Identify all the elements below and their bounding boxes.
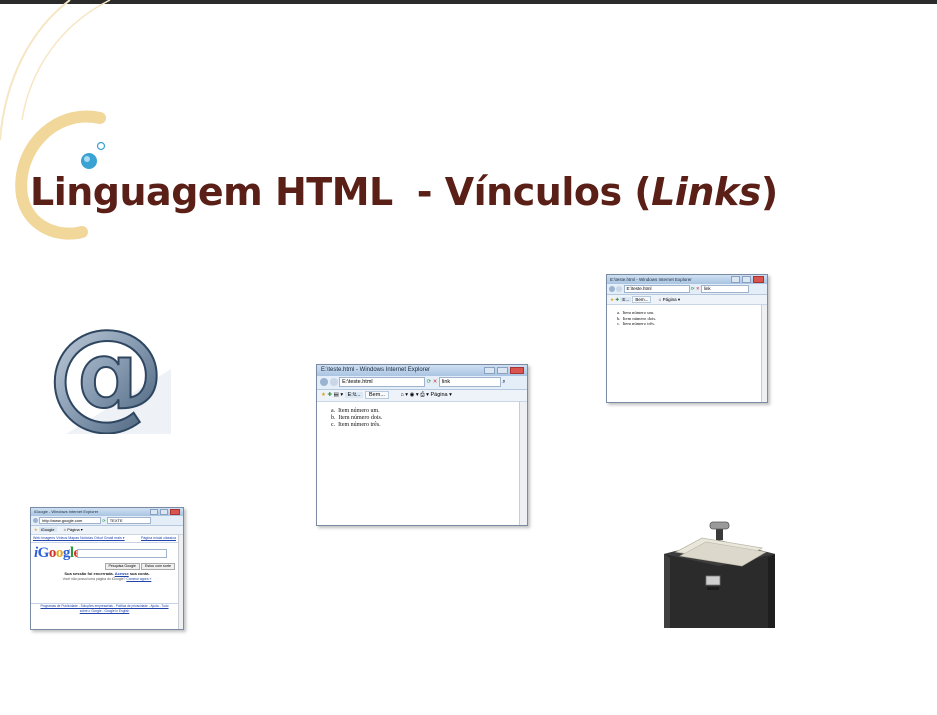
- home-icon[interactable]: ⌂ ▾: [400, 392, 408, 398]
- close-button[interactable]: [510, 367, 524, 374]
- minimize-button[interactable]: [731, 276, 740, 283]
- page-content: Web Imagens Vídeos Mapas Notícias Orkut …: [31, 535, 183, 629]
- google-footer: Programas de Publicidade - Soluções empr…: [31, 603, 178, 614]
- ie-window-google: iGoogle - Windows Internet Explorer http…: [30, 507, 184, 630]
- google-nav: Web Imagens Vídeos Mapas Notícias Orkut …: [31, 535, 183, 543]
- window-titlebar: E:\teste.html - Windows Internet Explore…: [317, 365, 527, 376]
- swirl-decoration: [0, 0, 111, 240]
- title-close: ): [760, 170, 778, 214]
- vertical-scrollbar[interactable]: [761, 305, 767, 402]
- start-now-link[interactable]: Comece agora »: [126, 577, 151, 581]
- page-content: a. Item número um. b. Item número dois. …: [607, 305, 767, 402]
- page-content: a. Item número um. b. Item número dois. …: [317, 402, 527, 525]
- google-search-button[interactable]: Pesquisa Google: [104, 563, 140, 570]
- maximize-button[interactable]: [497, 367, 508, 374]
- search-field[interactable]: TEXTE: [106, 517, 151, 525]
- address-field[interactable]: E:\teste.html: [339, 376, 426, 387]
- favorites-star-icon[interactable]: ★: [610, 297, 614, 302]
- small-ring-icon: [96, 141, 106, 151]
- stop-icon[interactable]: ✕: [433, 379, 438, 385]
- window-titlebar: E:\teste.html - Windows Internet Explore…: [607, 275, 767, 284]
- igoogle-question: Você não possui uma página do iGoogle? C…: [62, 577, 152, 581]
- tab-bar: ★ ✚ ▤ ▾ E:\t... Bem... ⌂ ▾ ◉ ▾ ⎙ ▾ Págin…: [317, 390, 527, 402]
- google-search-row: iGoogle: [31, 543, 183, 563]
- address-bar: http://www.google.com ⟳ TEXTE: [31, 516, 183, 526]
- list-item: b. Item número dois.: [331, 415, 383, 421]
- window-titlebar: iGoogle - Windows Internet Explorer: [31, 508, 183, 516]
- search-field[interactable]: link: [438, 376, 501, 387]
- print-icon[interactable]: ⎙ ▾: [420, 392, 429, 398]
- igoogle-logo: iGoogle: [34, 545, 80, 561]
- window-title: E:\teste.html - Windows Internet Explore…: [321, 367, 431, 373]
- close-button[interactable]: [753, 276, 764, 283]
- feeds-icon[interactable]: ◉ ▾: [410, 392, 419, 398]
- title-italic-links: Links: [651, 170, 761, 214]
- tab-2[interactable]: Bem...: [365, 391, 389, 399]
- tab-list-icon[interactable]: ▤ ▾: [334, 392, 344, 398]
- google-lucky-button[interactable]: Estou com sorte: [141, 563, 175, 570]
- address-bar: E:\teste.html ⟳ ✕ link: [607, 284, 767, 295]
- footer-links-2[interactable]: sobre o Google - Google in English: [31, 609, 178, 614]
- favorites-star-icon[interactable]: ★: [321, 392, 326, 398]
- maximize-button[interactable]: [160, 509, 168, 515]
- title-main: Linguagem HTML: [30, 170, 393, 214]
- list-item: c. Item número três.: [617, 321, 656, 327]
- google-nav-links[interactable]: Web Imagens Vídeos Mapas Notícias Orkut …: [33, 536, 125, 540]
- top-border-line: [0, 0, 937, 4]
- maximize-button[interactable]: [742, 276, 751, 283]
- back-icon[interactable]: [33, 518, 38, 524]
- add-favorites-icon[interactable]: ✚: [327, 392, 332, 398]
- minimize-button[interactable]: [150, 509, 158, 515]
- vertical-scrollbar[interactable]: [178, 535, 183, 629]
- item-list: a. Item número um. b. Item número dois. …: [317, 402, 527, 429]
- close-button[interactable]: [170, 509, 180, 515]
- page-menu[interactable]: Página ▾: [663, 297, 681, 302]
- google-buttons: Pesquisa Google Estou com sorte: [31, 563, 183, 571]
- tab-bar: ★ ✚ E... Bem... ⌂ Página ▾: [607, 295, 767, 305]
- back-icon[interactable]: [609, 285, 615, 292]
- ie-window-large: E:\teste.html - Windows Internet Explore…: [316, 364, 528, 526]
- back-icon[interactable]: [320, 377, 328, 386]
- refresh-icon[interactable]: ⟳: [691, 286, 695, 291]
- at-sign-icon: @: [46, 309, 171, 434]
- refresh-icon[interactable]: ⟳: [427, 379, 432, 385]
- forward-icon[interactable]: [616, 285, 623, 292]
- title-dash: - Vínculos (: [416, 170, 652, 214]
- search-icon[interactable]: ⌕: [502, 379, 505, 385]
- tab-1[interactable]: E...: [620, 297, 632, 302]
- google-nav-right[interactable]: Página inicial clássica: [141, 535, 183, 542]
- session-link[interactable]: Acesse: [115, 571, 129, 576]
- list-item: a. Item número um.: [331, 408, 380, 414]
- home-icon[interactable]: ⌂: [659, 297, 662, 302]
- favorites-star-icon[interactable]: ★: [34, 527, 38, 532]
- page-menu[interactable]: Página ▾: [430, 392, 451, 398]
- forward-icon[interactable]: [329, 377, 338, 386]
- slide-title: Linguagem HTML - Vínculos (Links): [30, 170, 778, 214]
- file-box-icon: [664, 521, 775, 628]
- stop-icon[interactable]: ✕: [696, 286, 700, 291]
- tab-bar: ★ iGoogle ⌂ Página ▾: [31, 526, 183, 535]
- window-title: E:\teste.html - Windows Internet Explore…: [610, 277, 692, 282]
- svg-text:@: @: [47, 309, 165, 434]
- vertical-scrollbar[interactable]: [519, 402, 527, 525]
- google-search-input[interactable]: [77, 549, 167, 558]
- tab-1[interactable]: iGoogle: [38, 527, 57, 532]
- item-list: a. Item número um. b. Item número dois. …: [607, 305, 767, 327]
- search-field[interactable]: link: [700, 284, 749, 293]
- address-bar: E:\teste.html ⟳ ✕ link ⌕: [317, 376, 527, 390]
- ie-window-small: E:\teste.html - Windows Internet Explore…: [606, 274, 768, 403]
- list-item: c. Item número três.: [331, 422, 381, 428]
- add-favorites-icon[interactable]: ✚: [615, 297, 619, 302]
- tab-1[interactable]: E:\t...: [344, 392, 364, 398]
- home-icon[interactable]: ⌂: [64, 527, 66, 532]
- refresh-icon[interactable]: ⟳: [102, 518, 105, 523]
- page-menu[interactable]: Página ▾: [67, 527, 83, 532]
- window-title: iGoogle - Windows Internet Explorer: [34, 509, 99, 514]
- address-field[interactable]: http://www.google.com: [39, 517, 102, 525]
- minimize-button[interactable]: [484, 367, 495, 374]
- address-field[interactable]: E:\teste.html: [623, 284, 690, 293]
- tab-2[interactable]: Bem...: [632, 296, 652, 303]
